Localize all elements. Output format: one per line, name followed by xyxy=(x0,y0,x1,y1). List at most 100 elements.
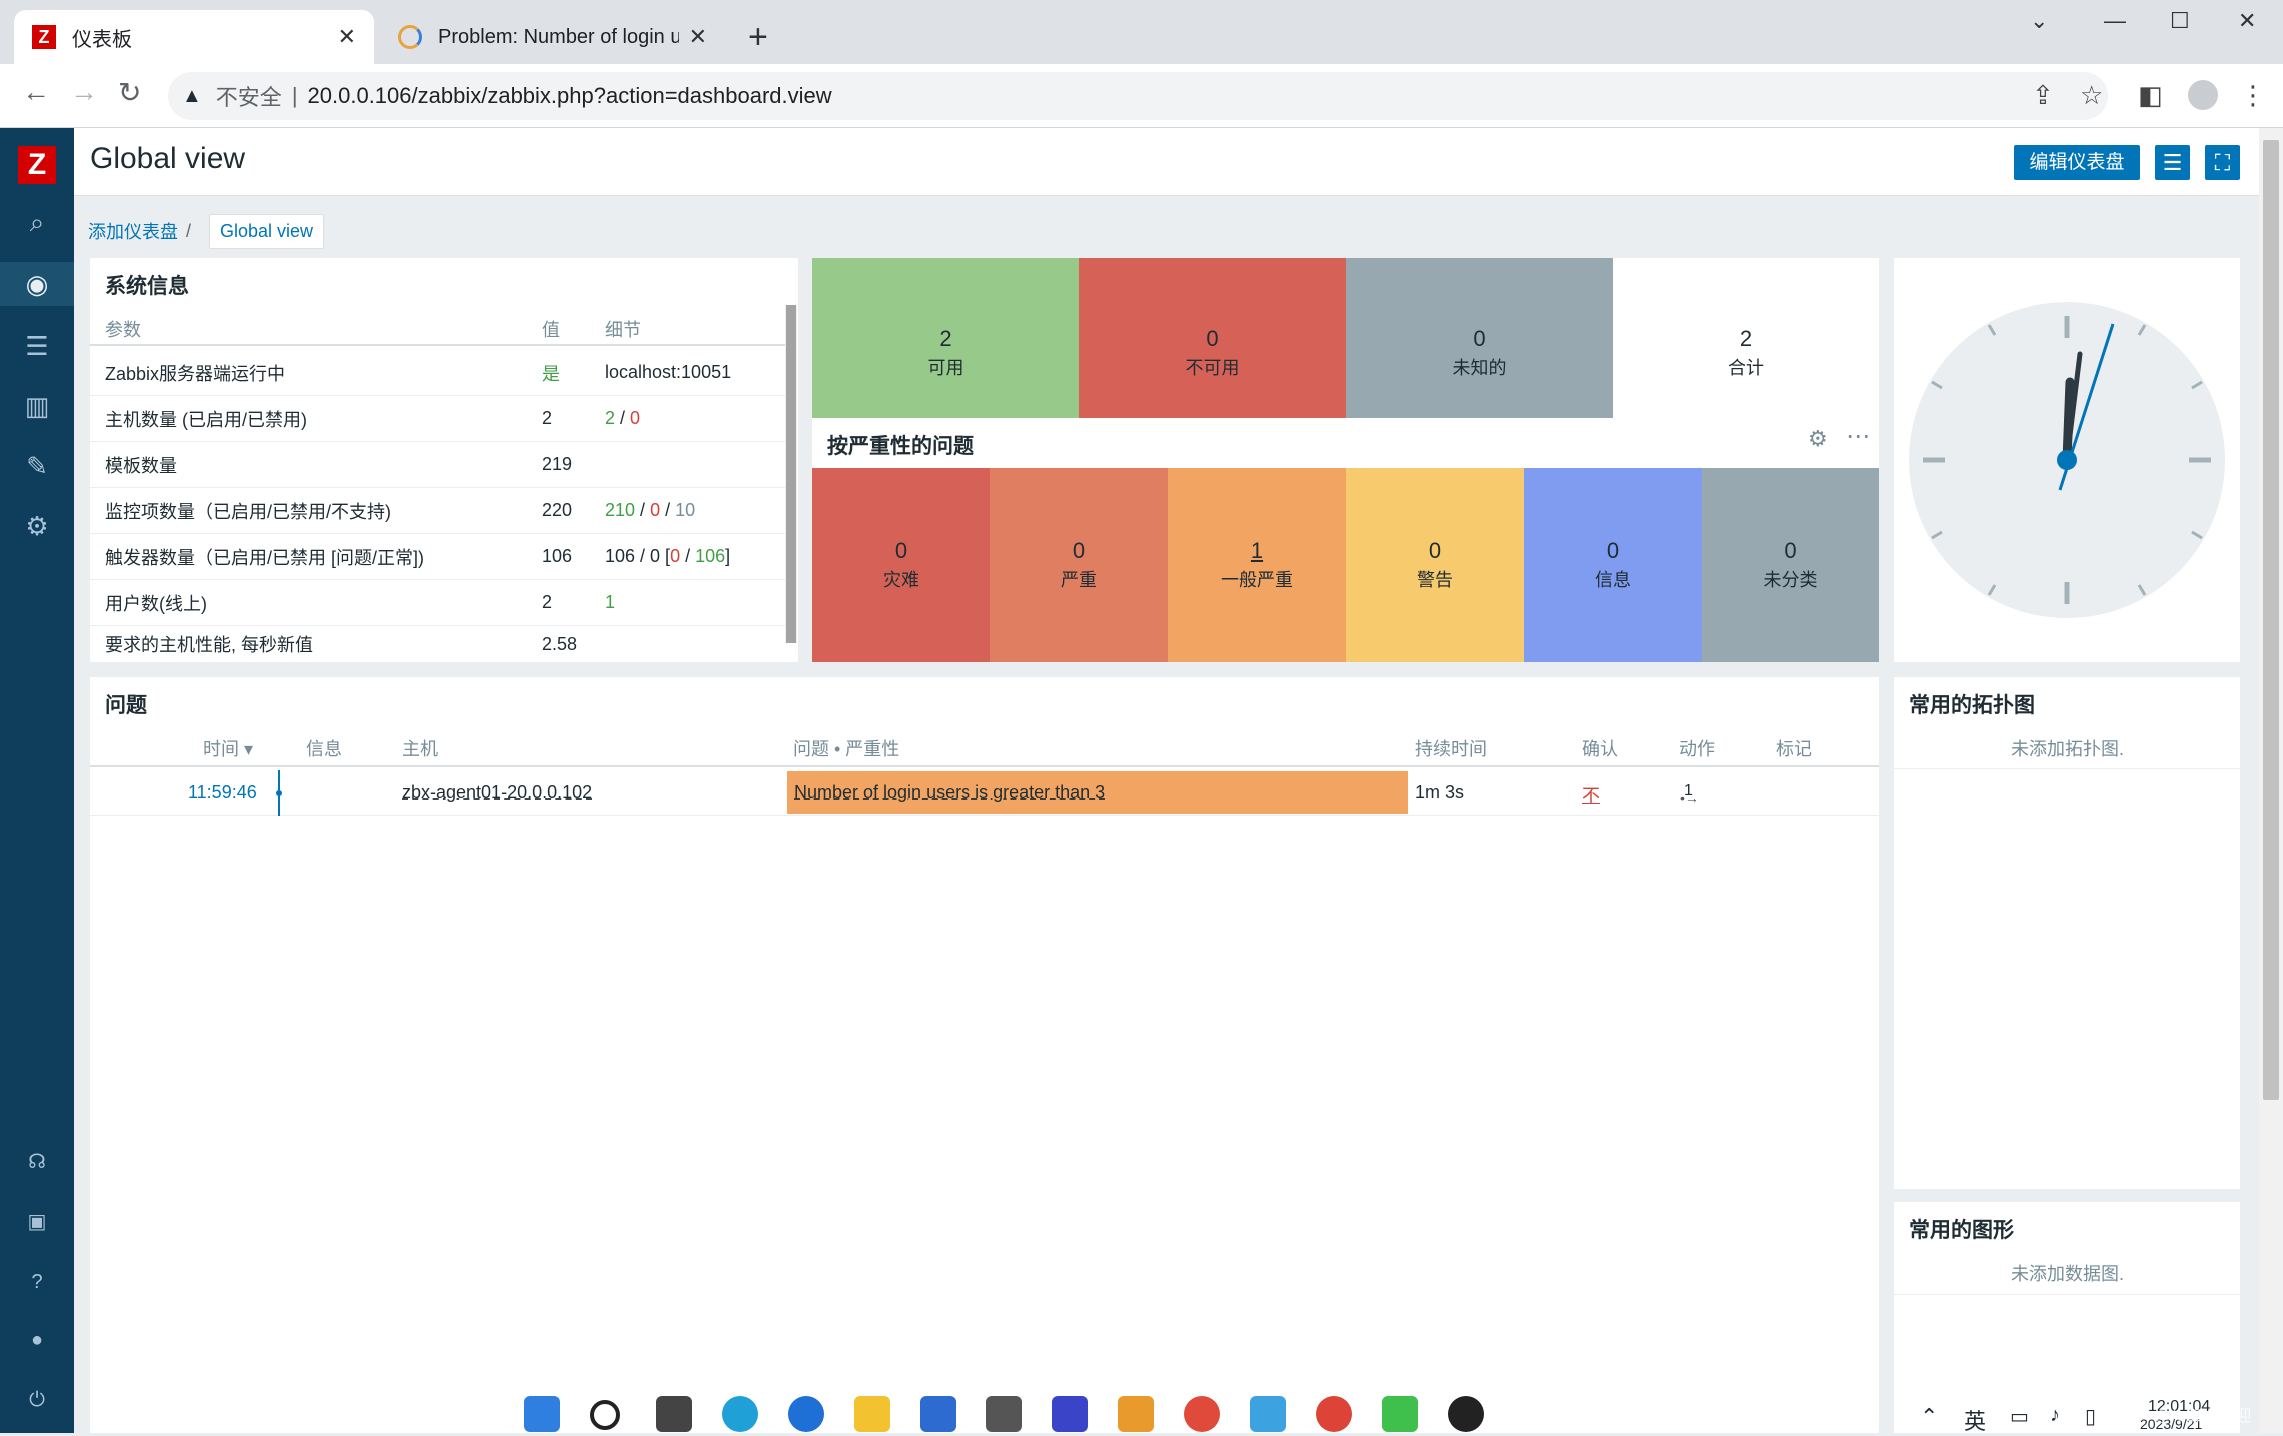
start-menu-icon[interactable] xyxy=(524,1396,560,1432)
detail-suffix: ] xyxy=(725,546,731,566)
severity-high[interactable]: 0 严重 xyxy=(990,468,1168,662)
disabled-count: 0 xyxy=(650,500,661,520)
minimize-icon[interactable]: — xyxy=(2104,8,2126,34)
detail-separator: / xyxy=(660,500,676,520)
app-icon[interactable] xyxy=(1052,1396,1088,1432)
column-header: 参数 xyxy=(105,320,141,340)
taskbar-search-icon[interactable] xyxy=(590,1400,620,1430)
configuration-wrench-icon[interactable]: ✎ xyxy=(0,444,74,488)
side-panel-icon[interactable]: ◧ xyxy=(2138,80,2163,111)
zabbix-logo[interactable]: Z xyxy=(18,146,56,184)
maximize-icon[interactable]: ☐ xyxy=(2170,8,2190,34)
browser-tab-problem[interactable]: Problem: Number of login use ✕ xyxy=(380,10,725,64)
tab-title: Problem: Number of login use xyxy=(438,25,679,48)
sign-out-power-icon[interactable]: ⏻ xyxy=(0,1378,74,1422)
tab-search-icon[interactable]: ⌄ xyxy=(2030,8,2048,34)
system-info-header: 参数 值 细节 xyxy=(90,306,788,346)
monitoring-eye-icon[interactable]: ◉ xyxy=(0,262,74,306)
dashboard-actions-menu-icon[interactable]: ☰ xyxy=(2155,145,2190,180)
widget-title: 问题 xyxy=(105,694,147,717)
severity-warning[interactable]: 0 警告 xyxy=(1346,468,1524,662)
widget-scrollbar[interactable] xyxy=(785,305,797,643)
administration-gear-icon[interactable]: ⚙ xyxy=(0,504,74,548)
battery-icon[interactable]: ▯ xyxy=(2085,1404,2096,1429)
page-scrollbar[interactable] xyxy=(2259,128,2283,1433)
problem-time-link[interactable]: 11:59:46 xyxy=(188,782,257,803)
bookmark-star-icon[interactable]: ☆ xyxy=(2080,80,2103,111)
app-icon[interactable] xyxy=(1184,1396,1220,1432)
actions-icon[interactable]: •→ xyxy=(1680,790,1699,806)
availability-unavailable[interactable]: 0 不可用 xyxy=(1079,258,1346,418)
back-icon[interactable]: ← xyxy=(22,76,50,108)
close-tab-icon[interactable]: ✕ xyxy=(689,24,707,50)
help-icon[interactable]: ? xyxy=(0,1260,74,1304)
widget-settings-gear-icon[interactable]: ⚙ xyxy=(1808,426,1828,452)
page-header xyxy=(74,128,2259,196)
enabled-count: 2 xyxy=(605,408,616,428)
edge-browser-icon[interactable] xyxy=(722,1396,758,1432)
file-explorer-icon[interactable] xyxy=(854,1396,890,1432)
label: 未分类 xyxy=(1763,570,1818,590)
reload-icon[interactable]: ↻ xyxy=(118,76,141,109)
app-icon[interactable] xyxy=(1118,1396,1154,1432)
inventory-list-icon[interactable]: ☰ xyxy=(0,324,74,368)
tab-title: 仪表板 xyxy=(72,28,132,51)
browser-tab-dashboard[interactable]: Z 仪表板 ✕ xyxy=(14,10,374,64)
notepad-icon[interactable] xyxy=(1250,1396,1286,1432)
page-scrollbar-thumb[interactable] xyxy=(2263,140,2279,1100)
column-header-time[interactable]: 时间 ▾ xyxy=(203,735,253,761)
edit-dashboard-button[interactable]: 编辑仪表盘 xyxy=(2014,145,2140,180)
tray-chevron-up-icon[interactable]: ⌃ xyxy=(1920,1404,1938,1430)
close-window-icon[interactable]: ✕ xyxy=(2238,8,2256,34)
integrations-z-icon[interactable]: ▣ xyxy=(0,1200,74,1244)
reports-chart-icon[interactable]: ▥ xyxy=(0,384,74,428)
browser-menu-icon[interactable]: ⋮ xyxy=(2240,80,2266,111)
user-profile-icon[interactable]: ● xyxy=(0,1318,74,1362)
breadcrumb-current[interactable]: Global view xyxy=(209,213,325,249)
problem-name-link[interactable]: Number of login users is greater than 3 xyxy=(794,782,1105,803)
store-icon[interactable] xyxy=(920,1396,956,1432)
new-tab-icon[interactable]: + xyxy=(748,18,768,57)
search-icon[interactable]: ⌕ xyxy=(0,200,74,244)
network-icon[interactable]: ▭ xyxy=(2010,1404,2029,1429)
support-headset-icon[interactable]: ☊ xyxy=(0,1140,74,1184)
forward-icon[interactable]: → xyxy=(70,76,98,108)
share-icon[interactable]: ⇪ xyxy=(2032,80,2054,111)
widget-more-icon[interactable]: ⋯ xyxy=(1846,422,1870,451)
task-view-icon[interactable] xyxy=(656,1396,692,1432)
fullscreen-icon[interactable]: ⛶ xyxy=(2205,145,2240,180)
qq-icon[interactable] xyxy=(1448,1396,1484,1432)
count: 0 xyxy=(1784,538,1797,563)
wechat-icon[interactable] xyxy=(1382,1396,1418,1432)
severity-information[interactable]: 0 信息 xyxy=(1524,468,1702,662)
volume-icon[interactable]: ♪ xyxy=(2050,1404,2060,1427)
column-header-info: 信息 xyxy=(306,739,342,759)
chrome-icon[interactable] xyxy=(1316,1396,1352,1432)
severity-not-classified[interactable]: 0 未分类 xyxy=(1702,468,1879,662)
label: 未知的 xyxy=(1452,358,1507,378)
widget-title: 按严重性的问题 xyxy=(827,435,974,458)
zabbix-favicon-icon: Z xyxy=(32,25,56,49)
table-row: 监控项数量（已启用/已禁用/不支持) 220 210 / 0 / 10 xyxy=(90,488,788,534)
severity-disaster[interactable]: 0 灾难 xyxy=(812,468,990,662)
detail-cell: 1 xyxy=(605,592,616,612)
acknowledge-link[interactable]: 不 xyxy=(1582,782,1600,808)
profile-avatar[interactable] xyxy=(2188,80,2218,110)
count[interactable]: 1 xyxy=(1168,538,1346,564)
app-icon[interactable] xyxy=(986,1396,1022,1432)
availability-available[interactable]: 2 可用 xyxy=(812,258,1079,418)
availability-total[interactable]: 2 合计 xyxy=(1613,258,1879,418)
availability-unknown[interactable]: 0 未知的 xyxy=(1346,258,1613,418)
breadcrumb-link-dashboards[interactable]: 添加仪表盘 xyxy=(88,218,178,244)
widget-scrollbar-thumb[interactable] xyxy=(786,305,796,643)
ime-indicator[interactable]: 英 xyxy=(1964,1404,1986,1436)
address-bar[interactable]: ▲ 不安全 | 20.0.0.106/zabbix/zabbix.php?act… xyxy=(168,72,2108,120)
column-header-actions: 动作 xyxy=(1679,739,1715,759)
host-link[interactable]: zbx-agent01-20.0.0.102 xyxy=(402,782,592,803)
param-cell: 触发器数量（已启用/已禁用 [问题/正常]) xyxy=(105,547,424,568)
severity-average[interactable]: 1 一般严重 xyxy=(1168,468,1346,662)
warning-icon: ▲ xyxy=(182,84,202,107)
close-tab-icon[interactable]: ✕ xyxy=(338,24,356,50)
insecure-label: 不安全 xyxy=(215,85,282,110)
app-icon[interactable] xyxy=(788,1396,824,1432)
